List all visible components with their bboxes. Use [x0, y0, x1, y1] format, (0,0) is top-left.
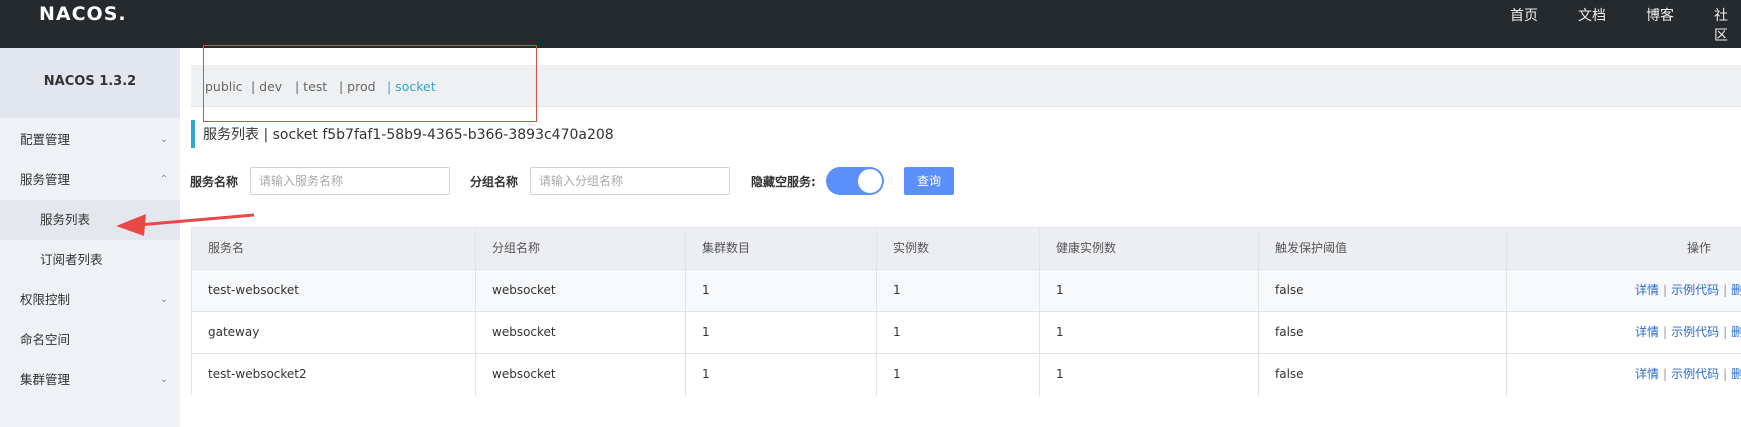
cell-instance-count: 1: [876, 270, 1039, 312]
column-header-instance-count[interactable]: 实例数: [876, 228, 1039, 270]
delete-link[interactable]: 删: [1731, 325, 1741, 339]
cell-healthy-instances: 1: [1039, 312, 1258, 354]
separator: |: [1663, 325, 1668, 339]
delete-link[interactable]: 删: [1731, 283, 1741, 297]
cell-protect-threshold: false: [1258, 270, 1506, 312]
version-label: NACOS 1.3.2: [43, 74, 137, 89]
hide-empty-toggle[interactable]: [826, 167, 884, 195]
sample-code-link[interactable]: 示例代码: [1671, 367, 1719, 381]
cell-cluster-count: 1: [685, 354, 876, 396]
nav-community[interactable]: 社区: [1714, 6, 1741, 44]
column-header-service-name[interactable]: 服务名: [192, 228, 475, 270]
separator: |: [1723, 283, 1728, 297]
page-title: 服务列表 | socket f5b7faf1-58b9-4365-b366-38…: [203, 127, 614, 143]
service-name-input[interactable]: [250, 167, 450, 195]
nav-home[interactable]: 首页: [1510, 6, 1538, 26]
toggle-knob: [858, 169, 882, 193]
sidebar-item-label: 权限控制: [20, 292, 71, 307]
sidebar-item-label: 服务管理: [20, 172, 71, 187]
hide-empty-label: 隐藏空服务:: [751, 175, 816, 189]
service-table: 服务名 分组名称 集群数目 实例数 健康实例数 触发保护阈值 操作 test-w…: [191, 227, 1741, 396]
column-header-operations: 操作: [1506, 228, 1741, 270]
sidebar-item-access-control[interactable]: 权限控制 ⌄: [0, 280, 180, 320]
sidebar-item-label: 服务列表: [40, 212, 91, 227]
column-header-cluster-count[interactable]: 集群数目: [685, 228, 876, 270]
column-header-healthy-instances[interactable]: 健康实例数: [1039, 228, 1258, 270]
details-link[interactable]: 详情: [1635, 325, 1659, 339]
sidebar-item-cluster-management[interactable]: 集群管理 ⌄: [0, 360, 180, 400]
annotation-highlight-box: [203, 45, 537, 122]
cell-group-name: websocket: [475, 312, 685, 354]
cell-cluster-count: 1: [685, 312, 876, 354]
cell-protect-threshold: false: [1258, 312, 1506, 354]
chevron-down-icon: ⌄: [159, 374, 168, 385]
cell-healthy-instances: 1: [1039, 354, 1258, 396]
chevron-down-icon: ⌄: [159, 294, 168, 305]
column-header-protect-threshold[interactable]: 触发保护阈值: [1258, 228, 1506, 270]
sidebar-item-service-management[interactable]: 服务管理 ⌃: [0, 160, 180, 200]
sidebar-item-namespace[interactable]: 命名空间: [0, 320, 180, 360]
sidebar-item-config-management[interactable]: 配置管理 ⌄: [0, 120, 180, 160]
sidebar-item-label: 订阅者列表: [40, 252, 103, 267]
cell-cluster-count: 1: [685, 270, 876, 312]
cell-instance-count: 1: [876, 312, 1039, 354]
sidebar-item-label: 集群管理: [20, 372, 71, 387]
sidebar-item-subscriber-list[interactable]: 订阅者列表: [0, 240, 180, 280]
cell-instance-count: 1: [876, 354, 1039, 396]
cell-operations: 详情|示例代码|删: [1506, 270, 1741, 312]
separator: |: [1723, 367, 1728, 381]
separator: |: [1723, 325, 1728, 339]
column-header-group-name[interactable]: 分组名称: [475, 228, 685, 270]
service-name-label: 服务名称: [190, 175, 239, 189]
chevron-down-icon: ⌄: [159, 134, 168, 145]
separator: |: [1663, 367, 1668, 381]
chevron-up-icon: ⌃: [159, 174, 168, 185]
cell-operations: 详情|示例代码|删: [1506, 312, 1741, 354]
title-accent-bar: [191, 120, 195, 148]
cell-service-name: gateway: [208, 325, 260, 339]
cell-protect-threshold: false: [1258, 354, 1506, 396]
nav-docs[interactable]: 文档: [1578, 6, 1606, 26]
sidebar-header: NACOS 1.3.2: [0, 48, 180, 118]
cell-group-name: websocket: [475, 354, 685, 396]
cell-healthy-instances: 1: [1039, 270, 1258, 312]
table-header-row: 服务名 分组名称 集群数目 实例数 健康实例数 触发保护阈值 操作: [192, 228, 1741, 270]
nacos-logo[interactable]: NACOS.: [39, 5, 127, 24]
cell-group-name: websocket: [475, 270, 685, 312]
cell-service-name: test-websocket2: [208, 367, 307, 381]
sample-code-link[interactable]: 示例代码: [1671, 283, 1719, 297]
cell-service-name: test-websocket: [208, 283, 299, 297]
group-name-label: 分组名称: [470, 175, 519, 189]
details-link[interactable]: 详情: [1635, 367, 1659, 381]
query-button[interactable]: 查询: [904, 167, 954, 195]
nav-blog[interactable]: 博客: [1646, 6, 1674, 26]
details-link[interactable]: 详情: [1635, 283, 1659, 297]
top-navigation-bar: NACOS. 首页 文档 博客 社区: [0, 0, 1741, 48]
sample-code-link[interactable]: 示例代码: [1671, 325, 1719, 339]
table-row: gateway websocket 1 1 1 false 详情|示例代码|删: [192, 312, 1741, 354]
table-row: test-websocket websocket 1 1 1 false 详情 |…: [192, 270, 1741, 312]
separator: |: [1663, 283, 1668, 297]
sidebar-item-label: 命名空间: [20, 332, 71, 347]
table-row: test-websocket2 websocket 1 1 1 false 详情…: [192, 354, 1741, 396]
cell-operations: 详情|示例代码|删: [1506, 354, 1741, 396]
delete-link[interactable]: 删: [1731, 367, 1741, 381]
sidebar-item-label: 配置管理: [20, 132, 71, 147]
group-name-input[interactable]: [530, 167, 730, 195]
